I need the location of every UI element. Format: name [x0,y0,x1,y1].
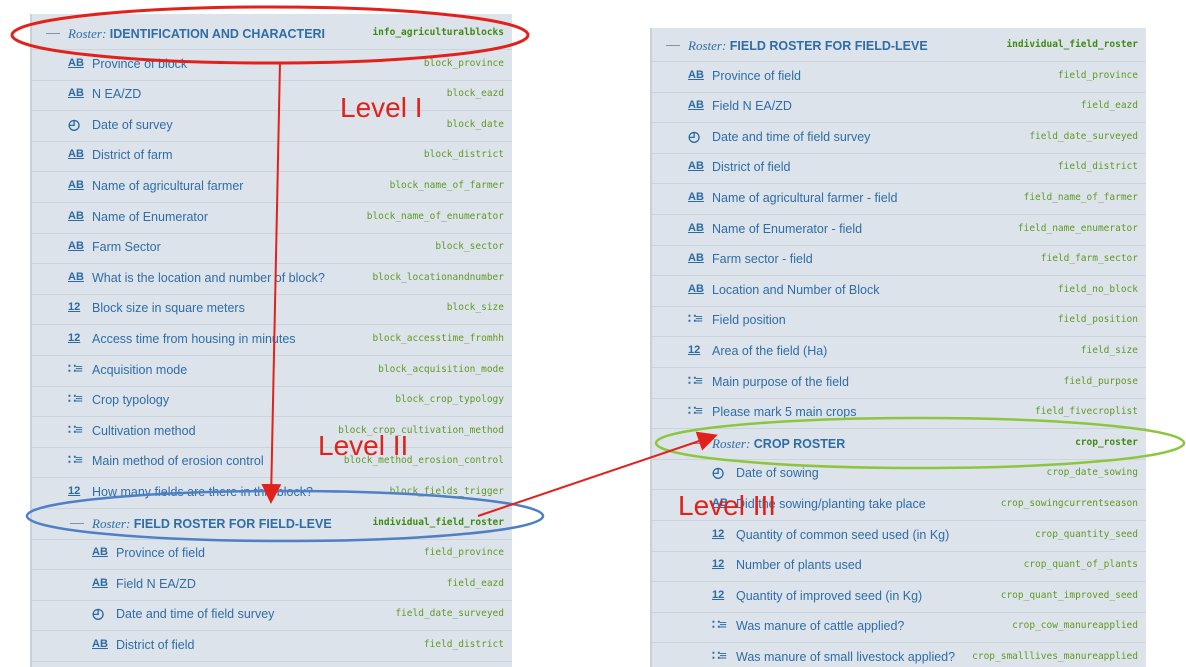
level-2-ellipse [25,489,545,543]
level-2-to-3-arrow [477,431,718,517]
level-1-to-2-arrow [261,61,282,504]
level-1-ellipse [10,5,530,65]
annotation-overlay [10,5,1186,543]
level-3-ellipse [654,416,1186,470]
